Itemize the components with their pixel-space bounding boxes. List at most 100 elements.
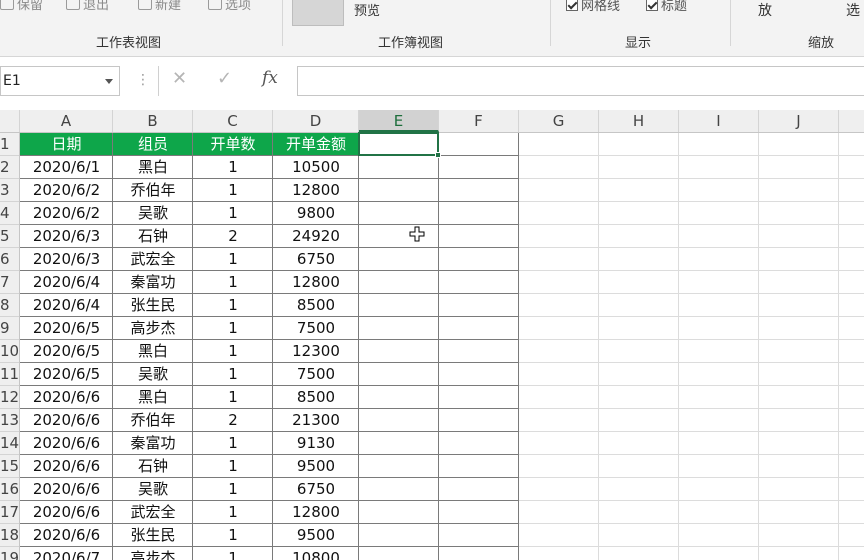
table-cell[interactable]: 1 — [193, 271, 273, 294]
row-header[interactable]: 16 — [0, 478, 20, 501]
table-cell[interactable]: 1 — [193, 455, 273, 478]
row-header[interactable]: 9 — [0, 317, 20, 340]
table-cell[interactable]: 乔伯年 — [113, 179, 193, 202]
fill-handle[interactable] — [435, 152, 441, 158]
table-cell[interactable]: 吴歌 — [113, 478, 193, 501]
table-cell[interactable]: 黑白 — [113, 386, 193, 409]
table-cell[interactable]: 1 — [193, 432, 273, 455]
table-cell[interactable]: 1 — [193, 294, 273, 317]
column-header-d[interactable]: D — [273, 110, 359, 132]
table-cell[interactable]: 石钟 — [113, 455, 193, 478]
formula-input[interactable] — [297, 66, 864, 96]
column-header-c[interactable]: C — [193, 110, 273, 132]
table-cell[interactable]: 张生民 — [113, 294, 193, 317]
options-button[interactable]: 选项 — [208, 0, 251, 13]
table-cell[interactable]: 1 — [193, 317, 273, 340]
row-header[interactable]: 11 — [0, 363, 20, 386]
table-cell[interactable]: 2020/6/5 — [20, 340, 113, 363]
zoom-button[interactable]: 放 — [758, 0, 772, 20]
table-cell[interactable]: 12800 — [273, 501, 359, 524]
table-cell[interactable]: 10500 — [273, 156, 359, 179]
table-cell[interactable]: 吴歌 — [113, 202, 193, 225]
table-cell[interactable]: 7500 — [273, 317, 359, 340]
table-cell[interactable]: 2 — [193, 409, 273, 432]
table-cell[interactable]: 10800 — [273, 547, 359, 560]
headings-checkbox[interactable]: 标题 — [646, 0, 687, 14]
table-cell[interactable]: 12800 — [273, 271, 359, 294]
table-cell[interactable]: 2020/6/6 — [20, 478, 113, 501]
table-cell[interactable]: 1 — [193, 501, 273, 524]
table-cell[interactable]: 石钟 — [113, 225, 193, 248]
table-cell[interactable]: 21300 — [273, 409, 359, 432]
table-cell[interactable]: 2020/6/5 — [20, 317, 113, 340]
enter-icon[interactable]: ✓ — [217, 68, 232, 89]
table-cell[interactable]: 2020/6/6 — [20, 386, 113, 409]
table-cell[interactable]: 2020/6/6 — [20, 409, 113, 432]
table-cell[interactable]: 2020/6/4 — [20, 294, 113, 317]
table-cell[interactable]: 2020/6/6 — [20, 501, 113, 524]
table-cell[interactable]: 9130 — [273, 432, 359, 455]
name-box[interactable]: E1 — [0, 66, 120, 96]
table-cell[interactable]: 张生民 — [113, 524, 193, 547]
row-header[interactable]: 8 — [0, 294, 20, 317]
table-cell[interactable]: 1 — [193, 547, 273, 560]
row-header[interactable]: 12 — [0, 386, 20, 409]
drag-handle-icon[interactable]: ⋮ — [136, 70, 150, 90]
preview-thumbnail[interactable] — [292, 0, 344, 26]
column-header-a[interactable]: A — [20, 110, 113, 132]
column-header-j[interactable]: J — [759, 110, 839, 132]
column-header-h[interactable]: H — [599, 110, 679, 132]
table-cell[interactable]: 1 — [193, 363, 273, 386]
table-cell[interactable]: 2020/6/1 — [20, 156, 113, 179]
cancel-icon[interactable]: ✕ — [172, 68, 187, 89]
row-header[interactable]: 4 — [0, 202, 20, 225]
table-cell[interactable]: 吴歌 — [113, 363, 193, 386]
table-cell[interactable]: 6750 — [273, 248, 359, 271]
table-cell[interactable]: 2020/6/4 — [20, 271, 113, 294]
table-cell[interactable]: 2020/6/7 — [20, 547, 113, 560]
table-cell[interactable]: 秦富功 — [113, 432, 193, 455]
table-cell[interactable]: 1 — [193, 248, 273, 271]
table-cell[interactable]: 7500 — [273, 363, 359, 386]
row-header[interactable]: 2 — [0, 156, 20, 179]
table-cell[interactable]: 1 — [193, 340, 273, 363]
column-header-g[interactable]: G — [519, 110, 599, 132]
table-cell[interactable]: 秦富功 — [113, 271, 193, 294]
table-cell[interactable]: 1 — [193, 524, 273, 547]
table-cell[interactable]: 黑白 — [113, 156, 193, 179]
row-header[interactable]: 7 — [0, 271, 20, 294]
insert-function-icon[interactable]: fx — [262, 68, 278, 88]
table-cell[interactable]: 1 — [193, 179, 273, 202]
table-cell[interactable]: 1 — [193, 202, 273, 225]
table-cell[interactable]: 24920 — [273, 225, 359, 248]
select-all-corner[interactable] — [0, 110, 20, 132]
row-header[interactable]: 13 — [0, 409, 20, 432]
row-header[interactable]: 6 — [0, 248, 20, 271]
table-cell[interactable]: 8500 — [273, 294, 359, 317]
table-cell[interactable]: 1 — [193, 156, 273, 179]
table-cell[interactable]: 乔伯年 — [113, 409, 193, 432]
table-cell[interactable]: 高步杰 — [113, 317, 193, 340]
keep-button[interactable]: 保留 — [0, 0, 43, 13]
row-header[interactable]: 19 — [0, 547, 20, 560]
table-cell[interactable]: 1 — [193, 386, 273, 409]
table-cell[interactable]: 武宏全 — [113, 248, 193, 271]
row-header[interactable]: 17 — [0, 501, 20, 524]
row-header[interactable]: 3 — [0, 179, 20, 202]
row-header[interactable]: 15 — [0, 455, 20, 478]
table-cell[interactable]: 2020/6/3 — [20, 225, 113, 248]
row-header[interactable]: 10 — [0, 340, 20, 363]
header-cell[interactable]: 日期 — [20, 133, 113, 156]
header-cell[interactable]: 开单金额 — [273, 133, 359, 156]
table-cell[interactable]: 2020/6/3 — [20, 248, 113, 271]
header-cell[interactable]: 开单数 — [193, 133, 273, 156]
selected-cell-e1[interactable] — [358, 132, 441, 158]
table-cell[interactable]: 黑白 — [113, 340, 193, 363]
table-cell[interactable]: 2020/6/2 — [20, 179, 113, 202]
table-cell[interactable]: 9800 — [273, 202, 359, 225]
row-header[interactable]: 5 — [0, 225, 20, 248]
table-cell[interactable]: 2020/6/2 — [20, 202, 113, 225]
column-header-e[interactable]: E — [359, 110, 439, 132]
row-header[interactable]: 18 — [0, 524, 20, 547]
table-cell[interactable]: 2020/6/5 — [20, 363, 113, 386]
